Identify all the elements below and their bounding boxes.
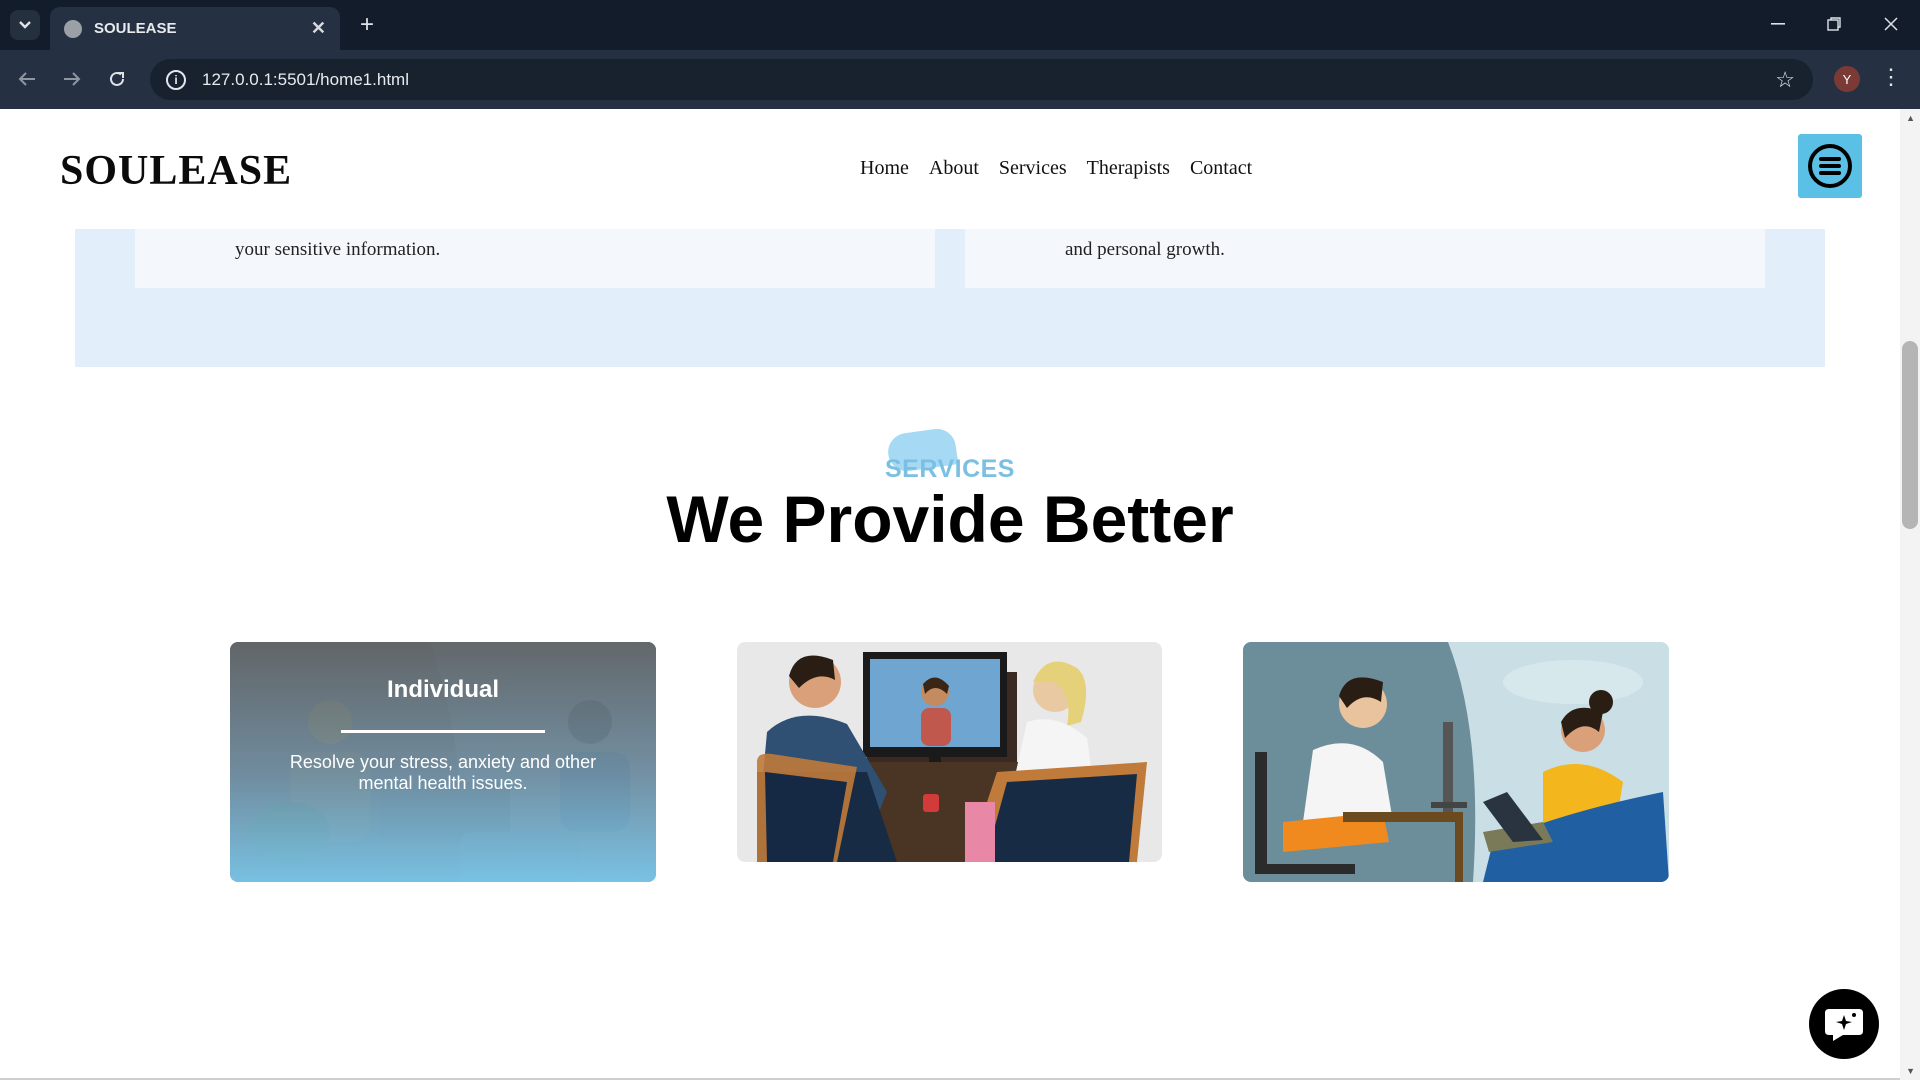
plus-icon[interactable]: +: [352, 10, 382, 40]
back-arrow-icon[interactable]: [10, 62, 44, 96]
feature-card-text: your sensitive information.: [235, 239, 441, 260]
service-card-title: Individual: [386, 676, 499, 703]
restore-icon[interactable]: [1814, 8, 1854, 40]
forward-arrow-icon[interactable]: [55, 62, 89, 96]
service-card-description: Resolve your stress, anxiety and other m…: [289, 752, 597, 793]
browser-toolbar: i 127.0.0.1:5501/home1.html ☆ Y ⋮: [0, 50, 1920, 109]
close-icon[interactable]: ✕: [311, 18, 326, 39]
avatar[interactable]: Y: [1834, 66, 1860, 92]
service-card-online[interactable]: [737, 642, 1162, 862]
menu-list-icon: [1808, 144, 1852, 188]
feature-card-right: and personal growth.: [965, 229, 1765, 288]
scroll-thumb[interactable]: [1902, 341, 1918, 529]
nav-services[interactable]: Services: [999, 157, 1067, 180]
online-therapy-illustration: [737, 642, 1162, 862]
nav-about[interactable]: About: [929, 157, 979, 180]
tab-list-icon[interactable]: [10, 10, 40, 40]
remote-session-illustration: [1243, 642, 1669, 882]
globe-icon: [64, 19, 82, 38]
window-close-icon[interactable]: [1871, 8, 1911, 40]
scroll-up-icon[interactable]: ▲: [1906, 113, 1915, 123]
nav-home[interactable]: Home: [860, 157, 909, 180]
url-text[interactable]: 127.0.0.1:5501/home1.html: [202, 70, 409, 90]
more-vert-icon[interactable]: ⋮: [1880, 64, 1902, 90]
feature-card-left: your sensitive information.: [135, 229, 935, 288]
service-card-couples[interactable]: [1243, 642, 1669, 882]
chat-icon: [1825, 1009, 1863, 1041]
info-icon[interactable]: i: [166, 69, 186, 90]
site-logo[interactable]: SOULEASE: [60, 147, 292, 195]
address-bar[interactable]: i 127.0.0.1:5501/home1.html ☆: [150, 59, 1813, 100]
nav-therapists[interactable]: Therapists: [1087, 157, 1170, 180]
page-viewport: your sensitive information. and personal…: [0, 109, 1920, 1080]
features-band: your sensitive information. and personal…: [75, 229, 1825, 367]
services-label: SERVICES: [885, 455, 1015, 483]
page-scrollbar[interactable]: ▲ ▼: [1900, 109, 1920, 1080]
site-header: SOULEASE Home About Services Therapists …: [0, 109, 1900, 229]
star-icon[interactable]: ☆: [1775, 67, 1795, 93]
reload-icon[interactable]: [100, 62, 134, 96]
browser-tab-bar: SOULEASE ✕ +: [0, 0, 1920, 50]
feature-card-text: and personal growth.: [1065, 239, 1225, 260]
nav-contact[interactable]: Contact: [1190, 157, 1252, 180]
tab-title: SOULEASE: [94, 20, 177, 37]
services-title: We Provide Better: [666, 482, 1234, 556]
main-nav: Home About Services Therapists Contact: [860, 157, 1252, 180]
menu-button[interactable]: [1798, 134, 1862, 198]
service-card-individual[interactable]: Individual Resolve your stress, anxiety …: [230, 642, 656, 882]
card-divider: [341, 730, 545, 733]
browser-tab[interactable]: SOULEASE ✕: [50, 7, 340, 50]
chat-button[interactable]: [1809, 989, 1879, 1059]
scroll-down-icon[interactable]: ▼: [1906, 1066, 1915, 1076]
minimize-icon[interactable]: [1758, 8, 1798, 40]
